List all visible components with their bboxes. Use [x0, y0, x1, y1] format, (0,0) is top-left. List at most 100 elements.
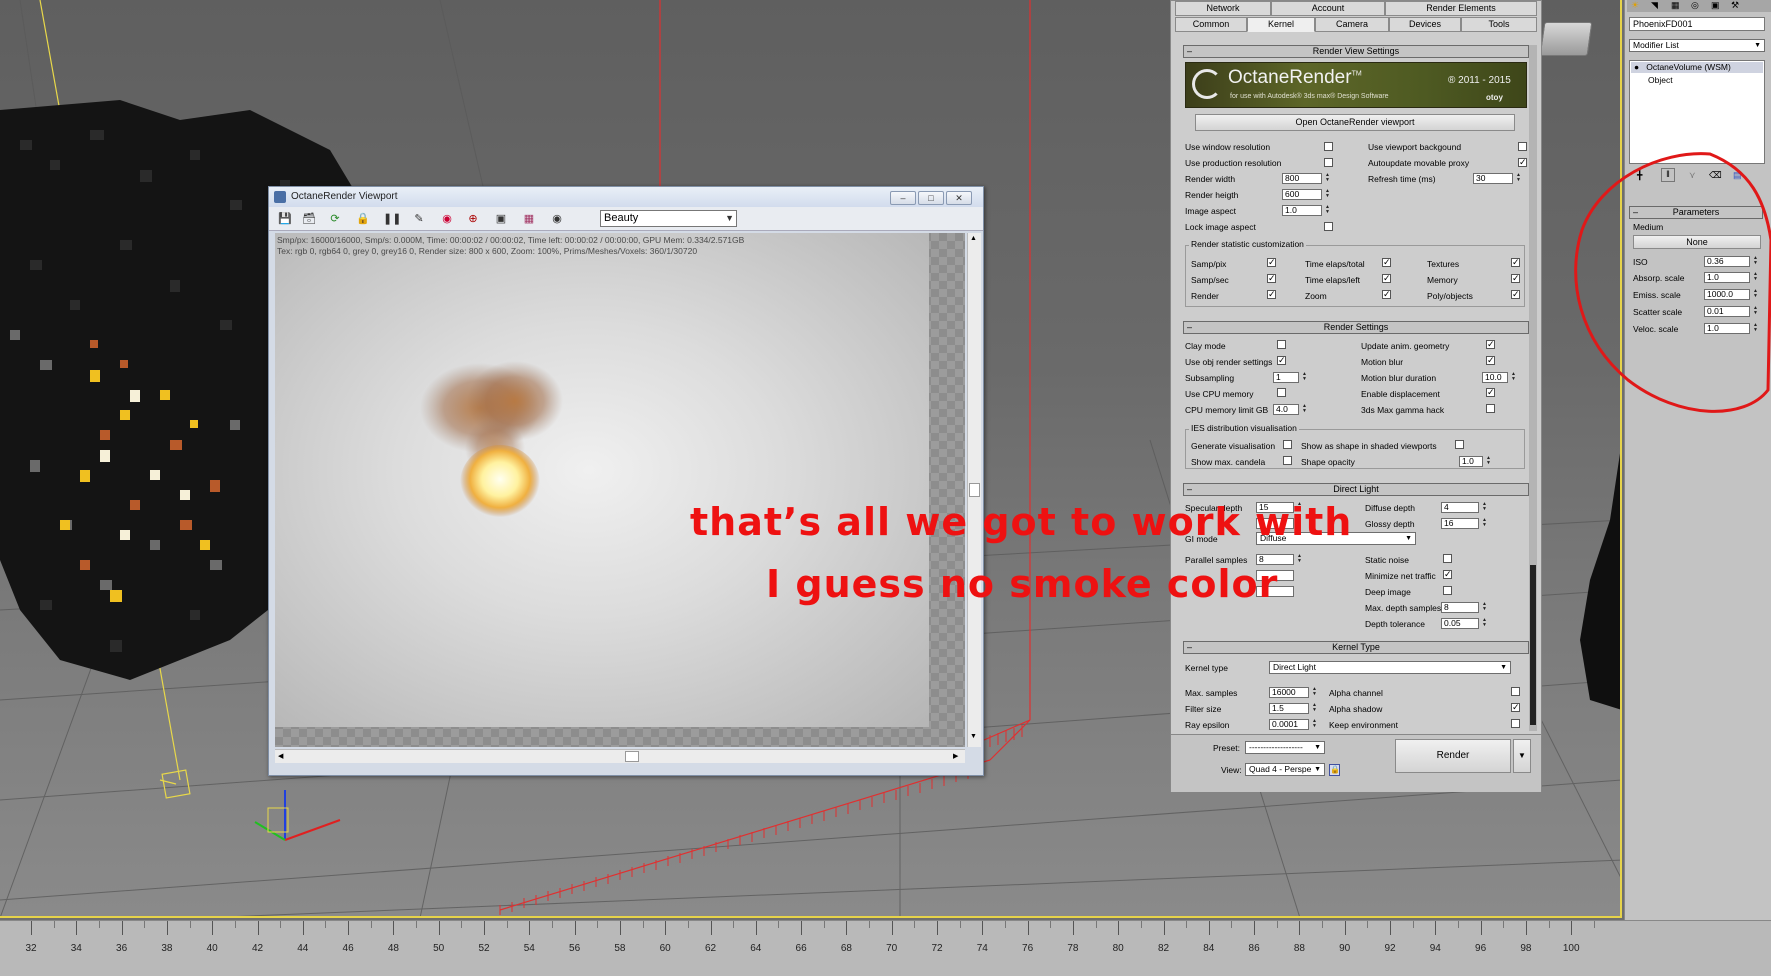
rollout-direct-light[interactable]: – Direct Light: [1183, 483, 1529, 496]
keep-environment-checkbox[interactable]: [1511, 719, 1520, 728]
deep-image-checkbox[interactable]: [1443, 586, 1452, 595]
spinner-arrows-icon[interactable]: ▲ ▼: [1510, 372, 1517, 383]
octane-viewport-window[interactable]: OctaneRender Viewport – □ ✕ 💾 🗃 ⟳ 🔒 ❚❚ ✎…: [268, 186, 984, 776]
view-select[interactable]: Quad 4 - Perspe ▼: [1245, 763, 1325, 776]
open-viewport-button[interactable]: Open OctaneRender viewport: [1195, 114, 1515, 131]
panel-scroll-thumb[interactable]: [1530, 565, 1536, 725]
generate-vis-checkbox[interactable]: [1283, 440, 1292, 449]
create-tab-icon[interactable]: ☀: [1631, 0, 1639, 11]
alpha-channel-checkbox[interactable]: [1511, 687, 1520, 696]
spinner-arrows-icon[interactable]: ▲ ▼: [1324, 189, 1331, 200]
tab-network[interactable]: Network: [1175, 1, 1271, 16]
max-depth-samples-input[interactable]: 8: [1441, 602, 1479, 613]
spinner-arrows-icon[interactable]: ▲ ▼: [1515, 173, 1522, 184]
use-viewport-background-checkbox[interactable]: [1518, 142, 1527, 151]
tab-devices[interactable]: Devices: [1389, 17, 1461, 32]
bulb-icon[interactable]: ●: [1634, 62, 1639, 72]
tab-kernel[interactable]: Kernel: [1247, 17, 1315, 32]
utilities-tab-icon[interactable]: ⚒: [1731, 0, 1739, 11]
panel-scrollbar[interactable]: [1529, 45, 1537, 731]
tab-account[interactable]: Account: [1271, 1, 1385, 16]
render-pass-select[interactable]: Beauty ▼: [600, 210, 737, 227]
motion-blur-duration-input[interactable]: 10.0: [1482, 372, 1508, 383]
stat-poly-objects-checkbox[interactable]: ✓: [1511, 290, 1520, 299]
max-samples-input[interactable]: 16000: [1269, 687, 1309, 698]
timeline-ruler[interactable]: 32 34 36 38 40 42 44 46 48 50 52 54 56 58 60 62 64 66 68 70…: [0, 920, 1771, 976]
stat-time-left-checkbox[interactable]: ✓: [1382, 274, 1391, 283]
scroll-thumb[interactable]: [969, 483, 980, 497]
region-icon[interactable]: ✎: [411, 211, 427, 227]
gamma-hack-checkbox[interactable]: [1486, 404, 1495, 413]
tab-common[interactable]: Common: [1175, 17, 1247, 32]
maximize-button[interactable]: □: [918, 191, 944, 205]
render-canvas[interactable]: Smp/px: 16000/16000, Smp/s: 0.000M, Time…: [275, 233, 965, 747]
rollout-kernel-type[interactable]: – Kernel Type: [1183, 641, 1529, 654]
spinner-arrows-icon[interactable]: ▲ ▼: [1296, 554, 1303, 565]
update-anim-geometry-checkbox[interactable]: ✓: [1486, 340, 1495, 349]
close-button[interactable]: ✕: [946, 191, 972, 205]
spinner-arrows-icon[interactable]: ▲ ▼: [1311, 719, 1318, 730]
kernel-type-select[interactable]: Direct Light ▼: [1269, 661, 1511, 674]
modifier-list-select[interactable]: Modifier List ▼: [1629, 39, 1765, 52]
scroll-down-icon[interactable]: ▼: [970, 733, 977, 740]
stat-samp-sec-checkbox[interactable]: ✓: [1267, 274, 1276, 283]
shape-opacity-input[interactable]: 1.0: [1459, 456, 1483, 467]
refresh-time-input[interactable]: 30: [1473, 173, 1513, 184]
display-tab-icon[interactable]: ▣: [1711, 0, 1720, 11]
render-dropdown-icon[interactable]: ▼: [1513, 739, 1531, 773]
stat-textures-checkbox[interactable]: ✓: [1511, 258, 1520, 267]
stat-time-total-checkbox[interactable]: ✓: [1382, 258, 1391, 267]
show-as-shape-checkbox[interactable]: [1455, 440, 1464, 449]
lock-icon[interactable]: 🔒: [355, 211, 371, 227]
spinner-arrows-icon[interactable]: ▲ ▼: [1311, 703, 1318, 714]
filter-size-input[interactable]: 1.5: [1269, 703, 1309, 714]
render-height-input[interactable]: 600: [1282, 189, 1322, 200]
viewcube[interactable]: [1539, 22, 1593, 56]
stack-item-octane-volume[interactable]: ● OctaneVolume (WSM): [1631, 62, 1763, 73]
scroll-up-icon[interactable]: ▲: [970, 235, 977, 242]
save-all-icon[interactable]: 🗃: [301, 211, 317, 227]
tab-tools[interactable]: Tools: [1461, 17, 1537, 32]
glossy-depth-input[interactable]: 16: [1441, 518, 1479, 529]
hierarchy-tab-icon[interactable]: ▦: [1671, 0, 1680, 11]
enable-displacement-checkbox[interactable]: ✓: [1486, 388, 1495, 397]
pause-icon[interactable]: ❚❚: [383, 211, 401, 227]
static-noise-checkbox[interactable]: [1443, 554, 1452, 563]
spinner-arrows-icon[interactable]: ▲ ▼: [1481, 518, 1488, 529]
stack-item-object[interactable]: Object: [1648, 75, 1673, 85]
spinner-arrows-icon[interactable]: ▲ ▼: [1481, 618, 1488, 629]
stat-memory-checkbox[interactable]: ✓: [1511, 274, 1520, 283]
use-cpu-memory-checkbox[interactable]: [1277, 388, 1286, 397]
ray-epsilon-input[interactable]: 0.0001: [1269, 719, 1309, 730]
use-production-resolution-checkbox[interactable]: [1324, 158, 1333, 167]
lock-view-icon[interactable]: 🔒: [1329, 764, 1340, 776]
use-window-resolution-checkbox[interactable]: [1324, 142, 1333, 151]
image-aspect-input[interactable]: 1.0: [1282, 205, 1322, 216]
horizontal-scrollbar[interactable]: ◀ ▶: [275, 749, 965, 763]
scroll-left-icon[interactable]: ◀: [278, 752, 283, 760]
clay-mode-checkbox[interactable]: [1277, 340, 1286, 349]
tab-render-elements[interactable]: Render Elements: [1385, 1, 1537, 16]
render-width-input[interactable]: 800: [1282, 173, 1322, 184]
render-button[interactable]: Render: [1395, 739, 1511, 773]
spinner-arrows-icon[interactable]: ▲ ▼: [1324, 173, 1331, 184]
object-name-field[interactable]: PhoenixFD001: [1629, 17, 1765, 31]
camera-icon[interactable]: ◉: [549, 211, 565, 227]
lock-image-aspect-checkbox[interactable]: [1324, 222, 1333, 231]
vertical-scrollbar[interactable]: ▲ ▼: [967, 233, 981, 747]
rollout-render-settings[interactable]: – Render Settings: [1183, 321, 1529, 334]
minimize-net-checkbox[interactable]: ✓: [1443, 570, 1452, 579]
stat-samp-pix-checkbox[interactable]: ✓: [1267, 258, 1276, 267]
rollout-render-view-settings[interactable]: – Render View Settings: [1183, 45, 1529, 58]
tab-camera[interactable]: Camera: [1315, 17, 1389, 32]
color-picker-icon[interactable]: ◉: [439, 211, 455, 227]
depth-tolerance-input[interactable]: 0.05: [1441, 618, 1479, 629]
show-max-candela-checkbox[interactable]: [1283, 456, 1292, 465]
preset-select[interactable]: ------------------- ▼: [1245, 741, 1325, 754]
spinner-arrows-icon[interactable]: ▲ ▼: [1301, 404, 1308, 415]
motion-blur-checkbox[interactable]: ✓: [1486, 356, 1495, 365]
scroll-right-icon[interactable]: ▶: [953, 752, 958, 760]
spinner-arrows-icon[interactable]: ▲ ▼: [1481, 502, 1488, 513]
stat-zoom-checkbox[interactable]: ✓: [1382, 290, 1391, 299]
minimize-button[interactable]: –: [890, 191, 916, 205]
